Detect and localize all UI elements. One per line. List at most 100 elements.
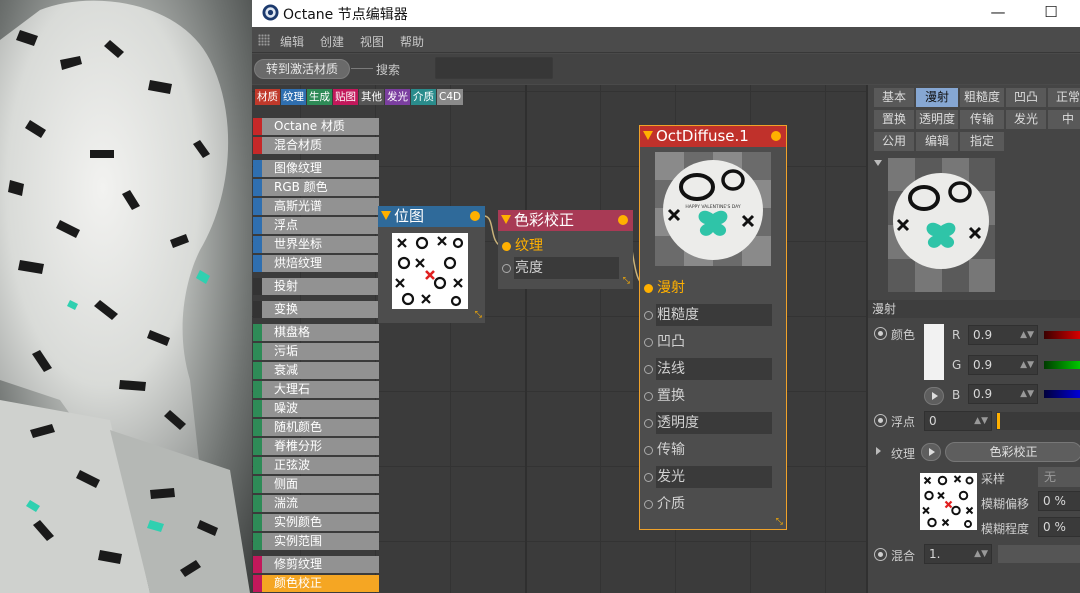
- maximize-button[interactable]: ☐: [1036, 1, 1066, 25]
- bitmap-node-header[interactable]: 位图: [378, 206, 485, 227]
- port-connected-icon[interactable]: [502, 242, 511, 251]
- port-roughness[interactable]: 粗糙度: [640, 304, 786, 326]
- diffuse-material-node[interactable]: OctDiffuse.1 HAPPY VALENTINE'S DAY 漫射 粗糙…: [639, 125, 787, 530]
- port-medium[interactable]: 介质: [640, 493, 786, 515]
- tab-common[interactable]: 公用: [874, 132, 914, 151]
- tab-edit[interactable]: 编辑: [916, 132, 958, 151]
- port-label: 粗糙度: [657, 307, 699, 323]
- diffuse-output-port[interactable]: [771, 131, 781, 141]
- b-label: B: [952, 388, 961, 402]
- port-brightness[interactable]: 亮度: [498, 257, 633, 279]
- collapse-triangle-icon[interactable]: [643, 131, 653, 140]
- bitmap-output-port[interactable]: [470, 211, 480, 221]
- port-opacity[interactable]: 透明度: [640, 412, 786, 434]
- mix-value-field[interactable]: 1. ▲▼: [924, 544, 992, 564]
- port-transmission[interactable]: 传输: [640, 439, 786, 461]
- search-label: 搜索: [376, 63, 401, 77]
- port-bump[interactable]: 凹凸: [640, 331, 786, 353]
- b-slider[interactable]: [1044, 390, 1080, 398]
- tab-bump[interactable]: 凹凸: [1006, 88, 1046, 107]
- menu-create[interactable]: 创建: [320, 33, 344, 50]
- color-play-button[interactable]: [924, 387, 944, 405]
- port-label: 透明度: [657, 415, 699, 431]
- color-correction-node[interactable]: 色彩校正 纹理 亮度 ⤡: [498, 210, 633, 289]
- section-header-diffuse: 漫射: [868, 300, 1080, 318]
- color-label: 颜色: [891, 328, 916, 342]
- minimize-button[interactable]: —: [983, 1, 1013, 25]
- r-value-field[interactable]: 0.9 ▲▼: [968, 325, 1038, 345]
- texture-label: 纹理: [891, 447, 916, 461]
- menu-view[interactable]: 视图: [360, 33, 384, 50]
- tab-opacity[interactable]: 透明度: [916, 110, 958, 129]
- texture-link-button[interactable]: 色彩校正: [945, 442, 1080, 462]
- g-value-field[interactable]: 0.9 ▲▼: [968, 355, 1038, 375]
- tab-roughness[interactable]: 粗糙度: [960, 88, 1004, 107]
- port-texture[interactable]: 纹理: [498, 235, 633, 257]
- port-empty-icon[interactable]: [644, 446, 653, 455]
- collapse-triangle-icon[interactable]: [501, 215, 511, 224]
- float-label: 浮点: [891, 415, 916, 429]
- tab-diffuse[interactable]: 漫射: [916, 88, 958, 107]
- tab-displacement[interactable]: 置换: [874, 110, 914, 129]
- g-label: G: [952, 358, 962, 372]
- port-connected-icon[interactable]: [644, 284, 653, 293]
- g-value: 0.9: [973, 358, 993, 372]
- sample-label: 采样: [981, 472, 1006, 486]
- tab-medium[interactable]: 中: [1048, 110, 1080, 129]
- port-empty-icon[interactable]: [502, 264, 511, 273]
- tab-normal[interactable]: 正常: [1048, 88, 1080, 107]
- menu-edit[interactable]: 编辑: [280, 33, 304, 50]
- port-empty-icon[interactable]: [644, 392, 653, 401]
- blur-amount-field[interactable]: 0 %: [1038, 517, 1080, 537]
- port-empty-icon[interactable]: [644, 365, 653, 374]
- port-empty-icon[interactable]: [644, 473, 653, 482]
- goto-active-material-button[interactable]: 转到激活材质: [254, 59, 350, 79]
- resize-icon[interactable]: ⤡: [623, 276, 630, 286]
- tab-assign[interactable]: 指定: [960, 132, 1004, 151]
- color-correction-output-port[interactable]: [618, 215, 628, 225]
- port-empty-icon[interactable]: [644, 500, 653, 509]
- bitmap-node[interactable]: 位图 ⤡: [378, 206, 485, 323]
- port-empty-icon[interactable]: [644, 311, 653, 320]
- bitmap-node-title: 位图: [394, 207, 425, 225]
- r-slider[interactable]: [1044, 331, 1080, 339]
- port-label: 传输: [657, 442, 685, 458]
- grip-icon[interactable]: [258, 34, 270, 46]
- port-empty-icon[interactable]: [644, 338, 653, 347]
- menu-help[interactable]: 帮助: [400, 33, 424, 50]
- float-slider[interactable]: [996, 412, 1080, 430]
- color-swatch[interactable]: [924, 324, 944, 380]
- collapse-triangle-icon[interactable]: [381, 211, 391, 220]
- tab-transmission[interactable]: 传输: [960, 110, 1004, 129]
- g-slider[interactable]: [1044, 361, 1080, 369]
- port-empty-icon[interactable]: [644, 419, 653, 428]
- r-value: 0.9: [973, 328, 993, 342]
- tab-emission[interactable]: 发光: [1006, 110, 1046, 129]
- window-title: Octane 节点编辑器: [283, 7, 408, 23]
- resize-icon[interactable]: ⤡: [776, 517, 783, 527]
- blur-offset-field[interactable]: 0 %: [1038, 491, 1080, 511]
- port-diffuse[interactable]: 漫射: [640, 277, 786, 299]
- collapse-icon[interactable]: [874, 160, 882, 166]
- color-correction-node-header[interactable]: 色彩校正: [498, 210, 633, 231]
- resize-icon[interactable]: ⤡: [475, 310, 482, 320]
- port-normal[interactable]: 法线: [640, 358, 786, 380]
- port-displacement[interactable]: 置换: [640, 385, 786, 407]
- node-canvas[interactable]: 材质 纹理 生成 贴图 其他 发光 介质 C4D Octane 材质 混合材质 图像纹理 RGB 颜…: [252, 85, 866, 593]
- diffuse-node-header[interactable]: OctDiffuse.1: [640, 126, 786, 147]
- sample-dropdown[interactable]: 无: [1038, 467, 1080, 487]
- mix-slider[interactable]: [998, 545, 1080, 563]
- color-radio[interactable]: [874, 327, 887, 340]
- port-emission[interactable]: 发光: [640, 466, 786, 488]
- texture-play-button[interactable]: [921, 443, 941, 461]
- float-value-field[interactable]: 0 ▲▼: [924, 411, 992, 431]
- b-value-field[interactable]: 0.9 ▲▼: [968, 384, 1038, 404]
- port-label: 发光: [657, 469, 685, 485]
- tab-basic[interactable]: 基本: [874, 88, 914, 107]
- texture-thumbnail: [920, 473, 977, 530]
- expand-icon[interactable]: [876, 447, 881, 455]
- material-preview-sphere: HAPPY VALENTINE'S DAY: [655, 152, 771, 266]
- search-input[interactable]: [435, 57, 553, 79]
- float-radio[interactable]: [874, 414, 887, 427]
- mix-radio[interactable]: [874, 548, 887, 561]
